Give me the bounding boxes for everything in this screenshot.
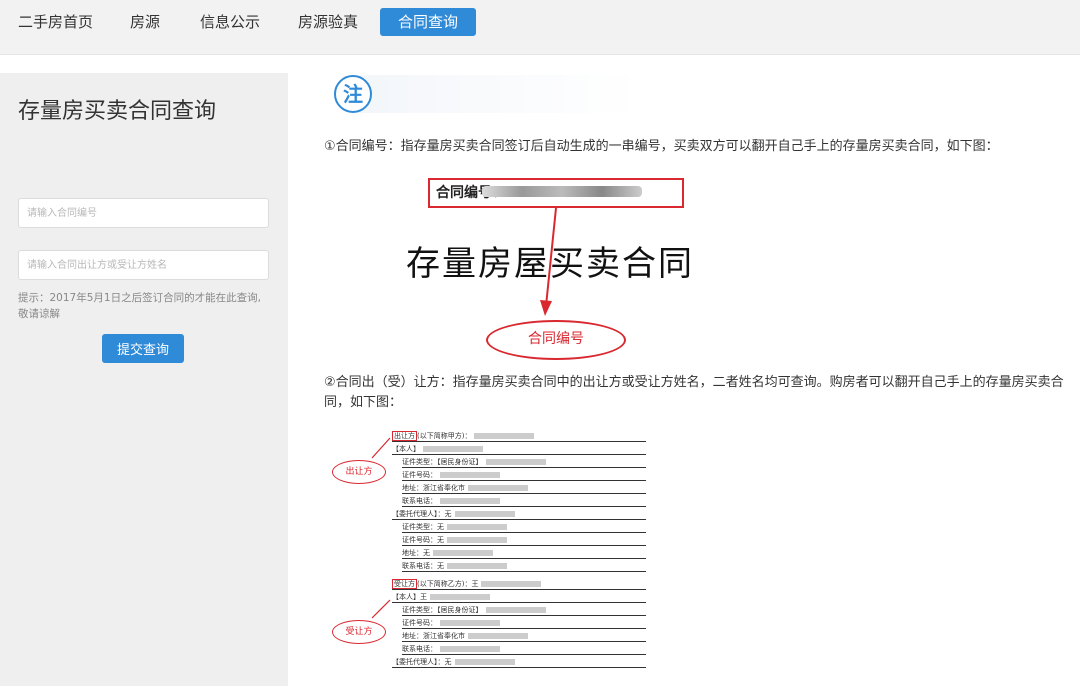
form-line-text: 联系电话： bbox=[402, 645, 437, 653]
nav-item-listings[interactable]: 房源 bbox=[130, 8, 160, 36]
note-header-bar bbox=[350, 75, 640, 113]
form-line: 地址：浙江省奉化市 bbox=[402, 630, 646, 642]
query-sidebar: 存量房买卖合同查询 提示：2017年5月1日之后签订合同的才能在此查询,敬请谅解… bbox=[0, 73, 288, 686]
redacted-value bbox=[447, 524, 507, 530]
form-line-text: 证件类型：【居民身份证】 bbox=[402, 458, 483, 466]
form-line: 证件号码： bbox=[402, 617, 646, 629]
redacted-value bbox=[474, 433, 535, 439]
highlighted-party-label: 受让方 bbox=[392, 579, 417, 589]
form-line-text: 地址：浙江省奉化市 bbox=[402, 484, 465, 492]
form-line: 【本人】 bbox=[392, 443, 646, 455]
redacted-value bbox=[440, 646, 500, 652]
form-line: 证件类型：无 bbox=[402, 521, 646, 533]
form-line: 地址：浙江省奉化市 bbox=[402, 482, 646, 494]
form-line-text: 【本人】王 bbox=[392, 593, 427, 601]
form-line: 【委托代理人】：无 bbox=[392, 656, 646, 668]
form-line-text: 联系电话： bbox=[402, 497, 437, 505]
form-line: 受让方 (以下简称乙方)：王 bbox=[392, 578, 646, 590]
redacted-value bbox=[440, 620, 500, 626]
form-line: 联系电话： bbox=[402, 643, 646, 655]
party-arrows-icon bbox=[371, 437, 391, 619]
redacted-value bbox=[447, 563, 507, 569]
nav-item-contract-query[interactable]: 合同查询 bbox=[380, 8, 477, 36]
form-line-text: 证件类型：无 bbox=[402, 523, 444, 531]
contract-number-ellipse: 合同编号 bbox=[486, 320, 626, 360]
redacted-value bbox=[454, 659, 515, 665]
form-line-text: 证件号码： bbox=[402, 471, 437, 479]
contract-number-input[interactable] bbox=[18, 198, 269, 228]
redacted-value bbox=[481, 581, 542, 587]
sidebar-title: 存量房买卖合同查询 bbox=[18, 99, 217, 124]
form-line: 证件号码：无 bbox=[402, 534, 646, 546]
form-line: 【委托代理人】：无 bbox=[392, 508, 646, 520]
redacted-value bbox=[485, 607, 546, 613]
form-line-text: 地址：无 bbox=[402, 549, 430, 557]
redacted-value bbox=[430, 594, 490, 600]
contract-parties-figure: 出让方 受让方 出让方 (以下简称甲方)： 【本人】证件类型：【居民身份证】 证件号码… bbox=[330, 428, 660, 678]
form-line: 地址：无 bbox=[402, 547, 646, 559]
form-line-text: 联系电话：无 bbox=[402, 562, 444, 570]
form-line: 证件类型：【居民身份证】 bbox=[402, 456, 646, 468]
redacted-value bbox=[440, 498, 500, 504]
redacted-value bbox=[468, 633, 528, 639]
party-name-description: ②合同出（受）让方：指存量房买卖合同中的出让方或受让方姓名，二者姓名均可查询。购… bbox=[324, 375, 1064, 410]
redacted-value bbox=[468, 485, 528, 491]
top-nav: 二手房首页 房源 信息公示 房源验真 合同查询 bbox=[0, 0, 1080, 55]
form-line-text: 地址：浙江省奉化市 bbox=[402, 632, 465, 640]
form-line: 【本人】王 bbox=[392, 591, 646, 603]
pointer-arrow-icon bbox=[540, 207, 557, 316]
nav-item-home[interactable]: 二手房首页 bbox=[18, 8, 93, 36]
nav-item-public-info[interactable]: 信息公示 bbox=[200, 8, 260, 36]
redacted-value bbox=[423, 446, 483, 452]
form-line: 证件类型：【居民身份证】 bbox=[402, 604, 646, 616]
form-line-text: (以下简称乙方)：王 bbox=[417, 580, 479, 588]
form-line-text: 【委托代理人】：无 bbox=[392, 658, 452, 666]
redacted-value bbox=[447, 537, 507, 543]
submit-query-button[interactable]: 提交查询 bbox=[102, 334, 184, 363]
note-icon: 注 bbox=[334, 75, 372, 113]
form-line: 证件号码： bbox=[402, 469, 646, 481]
redacted-value bbox=[454, 511, 515, 517]
redacted-value bbox=[433, 550, 493, 556]
contract-number-description: ①合同编号：指存量房买卖合同签订后自动生成的一串编号，买卖双方可以翻开自己手上的… bbox=[324, 139, 999, 154]
party-name-input[interactable] bbox=[18, 250, 269, 280]
query-tip: 提示：2017年5月1日之后签订合同的才能在此查询,敬请谅解 bbox=[18, 292, 261, 320]
contract-number-figure: 合同编号： 存量房屋买卖合同 合同编号 bbox=[400, 178, 720, 360]
main-content: 注 ①合同编号：指存量房买卖合同签订后自动生成的一串编号，买卖双方可以翻开自己手… bbox=[320, 70, 1070, 686]
form-line: 联系电话： bbox=[402, 495, 646, 507]
redacted-value bbox=[440, 472, 500, 478]
redacted-value bbox=[485, 459, 546, 465]
form-line-text: 证件号码：无 bbox=[402, 536, 444, 544]
form-line-text: 证件号码： bbox=[402, 619, 437, 627]
form-line-text: 【委托代理人】：无 bbox=[392, 510, 452, 518]
form-line-text: 证件类型：【居民身份证】 bbox=[402, 606, 483, 614]
form-line-text: (以下简称甲方)： bbox=[417, 432, 472, 440]
nav-item-verify[interactable]: 房源验真 bbox=[298, 8, 358, 36]
form-line: 联系电话：无 bbox=[402, 560, 646, 572]
form-line-text: 【本人】 bbox=[392, 445, 420, 453]
form-line: 出让方 (以下简称甲方)： bbox=[392, 430, 646, 442]
highlighted-party-label: 出让方 bbox=[392, 431, 417, 441]
